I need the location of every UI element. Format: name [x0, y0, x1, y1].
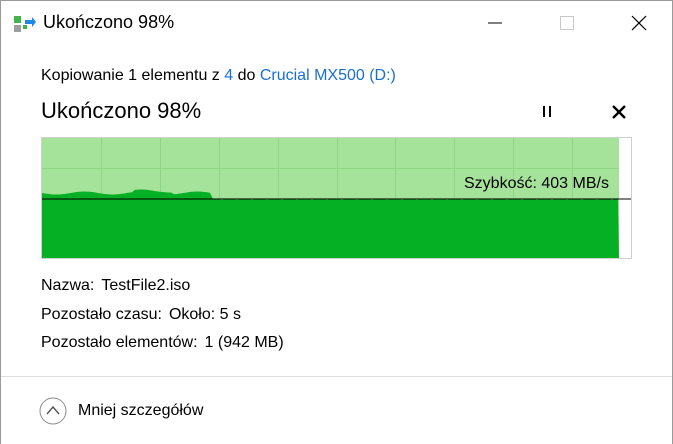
speed-graph-canvas	[42, 138, 631, 258]
stop-button[interactable]	[607, 100, 631, 124]
maximize-icon	[560, 16, 574, 30]
close-icon	[631, 15, 647, 31]
file-name-value: TestFile2.iso	[101, 277, 191, 294]
maximize-button[interactable]	[544, 1, 590, 45]
dialog-footer: Mniej szczegółów	[1, 376, 672, 444]
items-remaining-value: 1 (942 MB)	[204, 334, 284, 351]
less-details-button[interactable]: Mniej szczegółów	[39, 396, 203, 426]
minimize-button[interactable]	[472, 1, 518, 45]
minimize-icon	[488, 22, 502, 24]
copy-prefix: Kopiowanie 1 elementu z	[41, 67, 225, 84]
transfer-speed-graph	[41, 137, 632, 259]
items-remaining-row: Pozostało elementów: 1 (942 MB)	[41, 334, 284, 352]
destination-link[interactable]: Crucial MX500 (D:)	[260, 67, 396, 84]
chevron-up-circle-icon	[39, 397, 67, 425]
less-details-label: Mniej szczegółów	[78, 402, 204, 419]
copy-middle: do	[233, 67, 260, 84]
time-remaining-row: Pozostało czasu: Około: 5 s	[41, 306, 241, 324]
stop-icon	[612, 105, 626, 119]
window-title: Ukończono 98%	[43, 12, 175, 32]
title-bar[interactable]: Ukończono 98%	[1, 1, 672, 45]
file-name-row: Nazwa: TestFile2.iso	[41, 277, 190, 295]
copy-description: Kopiowanie 1 elementu z 4 do Crucial MX5…	[41, 67, 396, 85]
time-remaining-value: Około: 5 s	[168, 306, 241, 323]
copy-progress-icon	[14, 16, 36, 32]
pause-icon	[543, 106, 551, 117]
speed-label: Szybkość: 403 MB/s	[464, 175, 609, 192]
file-name-label: Nazwa:	[41, 277, 95, 294]
progress-title: Ukończono 98%	[41, 98, 202, 123]
copy-dialog-window: Ukończono 98% Kopiowanie 1 elementu z 4 …	[0, 0, 673, 444]
time-remaining-label: Pozostało czasu:	[41, 306, 162, 323]
source-link[interactable]: 4	[224, 67, 233, 84]
pause-button[interactable]	[535, 102, 559, 122]
speed-area	[42, 189, 619, 258]
items-remaining-label: Pozostało elementów:	[41, 334, 198, 351]
close-button[interactable]	[616, 1, 662, 45]
